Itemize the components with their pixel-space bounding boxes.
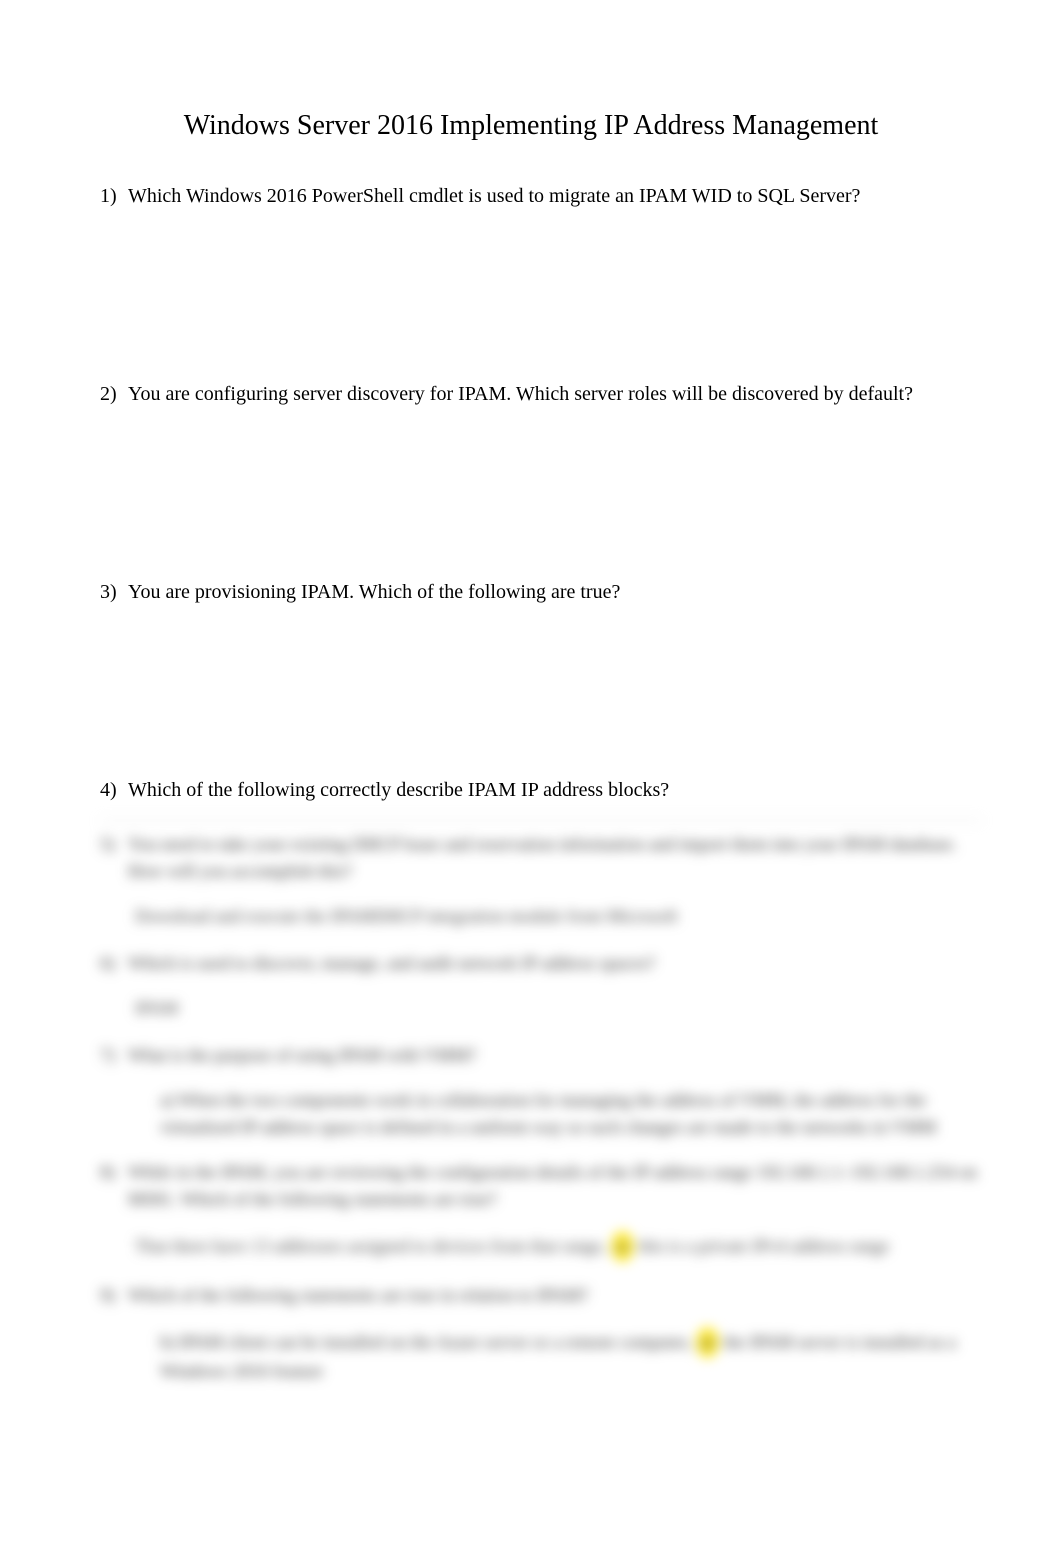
sub-text-part1: IPAM client can be installed on the Azur… xyxy=(180,1332,692,1352)
answer-part2: this is a private IPv4 address range xyxy=(638,1236,889,1256)
blurred-text: What is the purpose of using IPAM with V… xyxy=(128,1042,982,1069)
answer-part1: That there have 13 addresses assigned to… xyxy=(135,1236,606,1256)
blurred-answer: IPAM xyxy=(135,995,982,1022)
question-number: 4) xyxy=(100,776,128,804)
blurred-number: 9) xyxy=(100,1282,128,1309)
blurred-answer: That there have 13 addresses assigned to… xyxy=(135,1231,982,1262)
question-item: 1) Which Windows 2016 PowerShell cmdlet … xyxy=(100,182,962,210)
sub-letter: a) xyxy=(160,1090,174,1110)
question-item: 4) Which of the following correctly desc… xyxy=(100,776,962,804)
question-number: 2) xyxy=(100,380,128,408)
blurred-text: While in the IPAM, you are reviewing the… xyxy=(128,1159,982,1213)
blurred-sub-answer: b) IPAM client can be installed on the A… xyxy=(160,1327,982,1385)
blurred-question: 9) Which of the following statements are… xyxy=(100,1282,982,1309)
question-text: You are provisioning IPAM. Which of the … xyxy=(128,578,962,606)
blurred-number: 6) xyxy=(100,950,128,977)
blurred-question: 6) Which is used to discover, manage, an… xyxy=(100,950,982,977)
blurred-question: 8) While in the IPAM, you are reviewing … xyxy=(100,1159,982,1213)
question-number: 1) xyxy=(100,182,128,210)
blurred-number: 5) xyxy=(100,831,128,885)
sub-letter: b) xyxy=(160,1332,175,1352)
blurred-answer: Download and execute the IPAMDHCP integr… xyxy=(135,903,982,930)
question-text: You are configuring server discovery for… xyxy=(128,380,962,408)
blurred-text: Which is used to discover, manage, and a… xyxy=(128,950,982,977)
blurred-text: You need to take your existing DHCP leas… xyxy=(128,831,982,885)
question-item: 2) You are configuring server discovery … xyxy=(100,380,962,408)
blurred-question: 7) What is the purpose of using IPAM wit… xyxy=(100,1042,982,1069)
sub-text-part1: When the two components work in collabor… xyxy=(160,1090,936,1137)
blurred-question: 5) You need to take your existing DHCP l… xyxy=(100,831,982,885)
question-text: Which of the following correctly describ… xyxy=(128,776,962,804)
question-number: 3) xyxy=(100,578,128,606)
blurred-sub-answer: a) When the two components work in colla… xyxy=(160,1087,982,1141)
question-item: 3) You are provisioning IPAM. Which of t… xyxy=(100,578,962,606)
highlight-icon: or xyxy=(611,1231,634,1262)
question-text: Which Windows 2016 PowerShell cmdlet is … xyxy=(128,182,962,210)
blurred-preview-section: 5) You need to take your existing DHCP l… xyxy=(100,810,982,1403)
highlight-icon: or xyxy=(696,1327,719,1358)
blurred-text: Which of the following statements are tr… xyxy=(128,1282,982,1309)
blurred-number: 8) xyxy=(100,1159,128,1213)
page-title: Windows Server 2016 Implementing IP Addr… xyxy=(100,110,962,142)
blurred-number: 7) xyxy=(100,1042,128,1069)
